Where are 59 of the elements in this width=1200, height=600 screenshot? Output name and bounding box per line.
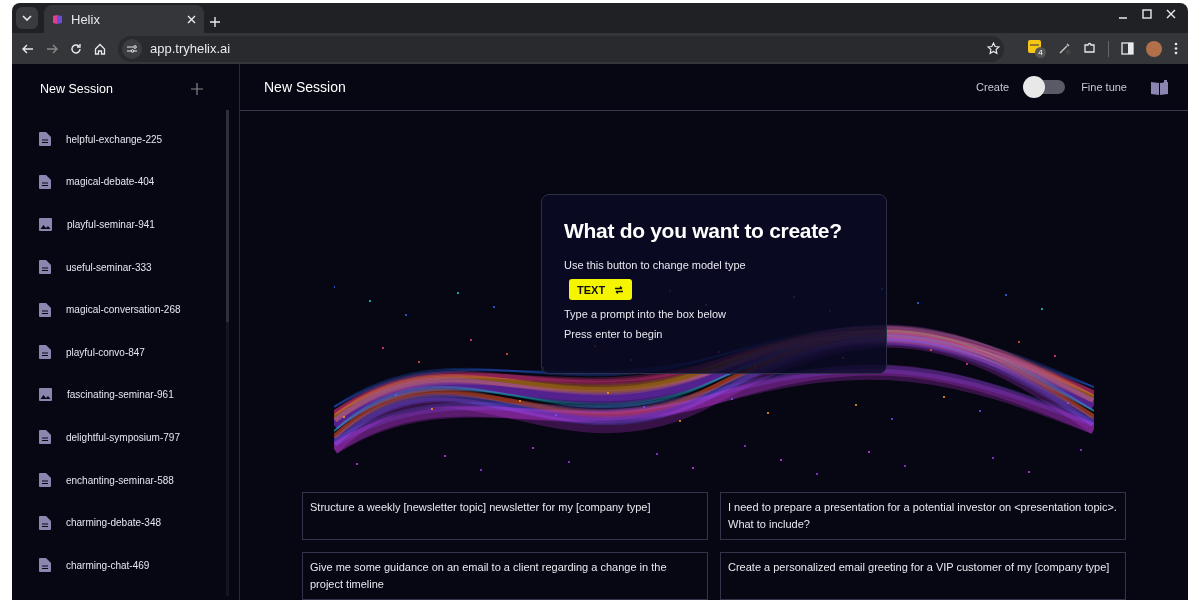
document-icon (39, 473, 51, 488)
session-item[interactable]: delightful-symposium-797 (66, 431, 180, 443)
instruction-text: Press enter to begin (564, 328, 664, 340)
browser-tab[interactable]: Helix (44, 5, 204, 33)
forward-icon[interactable] (46, 42, 58, 55)
eyedropper-icon[interactable] (1058, 42, 1071, 55)
puzzle-icon[interactable] (1083, 42, 1096, 55)
document-icon (39, 260, 51, 275)
close-icon[interactable] (1166, 9, 1176, 19)
session-item[interactable]: charming-chat-469 (66, 559, 150, 571)
menu-icon[interactable] (1174, 42, 1178, 55)
reload-icon[interactable] (70, 42, 82, 55)
new-tab-icon[interactable] (210, 17, 220, 27)
session-item[interactable]: helpful-exchange-225 (66, 133, 163, 145)
book-icon[interactable] (1151, 79, 1168, 95)
close-icon[interactable] (187, 14, 196, 24)
session-item[interactable]: fascinating-seminar-961 (67, 389, 174, 401)
fine-tune-label: Fine tune (1081, 81, 1127, 93)
cube-icon (52, 13, 63, 25)
session-item[interactable]: playful-convo-847 (66, 346, 145, 358)
prompt-suggestion[interactable]: Create a personalized email greeting for a VIP customer of my [company type] (720, 552, 1126, 600)
chevron-down-icon (22, 15, 32, 21)
page-title: New Session (264, 79, 346, 95)
instruction-text: Type a prompt into the box below (564, 308, 728, 320)
session-item[interactable]: enchanting-seminar-588 (66, 474, 174, 486)
session-item[interactable]: magical-conversation-268 (66, 304, 181, 316)
site-settings-icon[interactable] (122, 38, 142, 59)
intro-title: What do you want to create? (564, 219, 843, 243)
maximize-icon[interactable] (1142, 9, 1152, 19)
create-label: Create (976, 81, 1010, 93)
prompt-suggestion[interactable]: Give me some guidance on an email to a client regarding a change in the project timeline (302, 552, 708, 600)
address-bar[interactable]: app.tryhelix.ai (118, 35, 1004, 62)
home-icon[interactable] (94, 42, 106, 55)
document-icon (39, 345, 51, 360)
profile-avatar[interactable] (1146, 40, 1162, 57)
plus-icon[interactable] (191, 83, 203, 95)
tab-title: Helix (71, 11, 101, 27)
swap-icon (614, 285, 625, 294)
document-icon (39, 430, 51, 445)
session-item[interactable]: playful-seminar-941 (67, 219, 155, 230)
star-icon[interactable] (987, 42, 1000, 55)
image-icon (39, 218, 52, 231)
session-item[interactable]: charming-debate-348 (66, 517, 162, 529)
prompt-suggestion[interactable]: Structure a weekly [newsletter topic] newsletter for my [company type] (302, 492, 708, 540)
prompt-suggestion[interactable]: I need to prepare a presentation for a potential investor on <presentation topic>. What to include? (720, 492, 1126, 540)
image-icon (39, 388, 52, 402)
document-icon (39, 302, 51, 317)
session-item[interactable]: useful-seminar-333 (66, 261, 152, 273)
document-icon (39, 132, 51, 147)
back-icon[interactable] (22, 42, 34, 55)
document-icon (39, 515, 51, 530)
tab-search-button[interactable] (16, 7, 38, 29)
document-icon (39, 558, 51, 573)
sidebar-title: New Session (40, 82, 113, 96)
session-item[interactable]: magical-debate-404 (66, 176, 155, 188)
model-type-button[interactable]: TEXT (569, 279, 633, 300)
document-icon (39, 174, 51, 189)
intro-hint: Use this button to change model type (564, 259, 747, 271)
side-panel-icon[interactable] (1121, 42, 1134, 55)
